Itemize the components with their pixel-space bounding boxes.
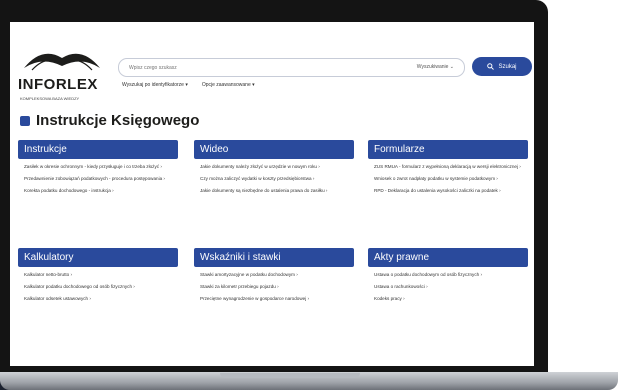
card-title[interactable]: Formularze	[368, 140, 528, 159]
card-link[interactable]: Ustawa o rachunkowości ›	[374, 284, 522, 290]
card-formularze: Formularze ZUS RMUA - formularz z wypełn…	[368, 140, 528, 205]
logo-subtitle: KOMPLEKSOWA BAZA WIEDZY	[20, 96, 80, 101]
wings-logo-icon	[24, 53, 100, 71]
search-sub-links: Wyszukaj po identyfikatorze ▾ Opcje zaaw…	[122, 82, 255, 88]
card-body: ZUS RMUA - formularz z wypełnioną deklar…	[368, 159, 528, 205]
card-link[interactable]: Stawki amortyzacyjne w podatku dochodowy…	[200, 272, 348, 278]
card-body: Ustawa o podatku dochodowym od osób fizy…	[368, 267, 528, 313]
card-instrukcje: Instrukcje Zasiłek w okresie ochronnym -…	[18, 140, 178, 205]
card-link[interactable]: Jakie dokumenty należy złożyć w urzędzie…	[200, 164, 348, 170]
search-input[interactable]	[127, 62, 371, 74]
card-wideo: Wideo Jakie dokumenty należy złożyć w ur…	[194, 140, 354, 205]
brand-logo[interactable]: INFORLEX KOMPLEKSOWA BAZA WIEDZY	[18, 44, 104, 114]
page-title: Instrukcje Księgowego	[36, 112, 200, 129]
card-title[interactable]: Kalkulatory	[18, 248, 178, 267]
card-body: Zasiłek w okresie ochronnym - kiedy przy…	[18, 159, 178, 205]
search-bar: Wyszukiwanie ⌄	[118, 58, 465, 77]
card-link[interactable]: ZUS RMUA - formularz z wypełnioną deklar…	[374, 164, 522, 170]
page-title-row: Instrukcje Księgowego	[20, 112, 199, 129]
advanced-options-link[interactable]: Opcje zaawansowane ▾	[202, 82, 255, 88]
card-body: Kalkulator netto-brutto › Kalkulator pod…	[18, 267, 178, 313]
card-body: Jakie dokumenty należy złożyć w urzędzie…	[194, 159, 354, 205]
card-link[interactable]: Czy można zaliczyć wydatki w koszty prze…	[200, 176, 348, 182]
laptop-notch	[220, 373, 360, 378]
card-link[interactable]: Wniosek o zwrot nadpłaty podatku w syste…	[374, 176, 522, 182]
card-link[interactable]: RPD - Deklaracja do ustalenia wysokości …	[374, 188, 522, 194]
card-title[interactable]: Instrukcje	[18, 140, 178, 159]
laptop-screen: INFORLEX KOMPLEKSOWA BAZA WIEDZY Wyszuki…	[10, 22, 534, 366]
card-body: Stawki amortyzacyjne w podatku dochodowy…	[194, 267, 354, 313]
search-button[interactable]: Szukaj	[472, 57, 532, 76]
card-title[interactable]: Akty prawne	[368, 248, 528, 267]
card-kalkulatory: Kalkulatory Kalkulator netto-brutto › Ka…	[18, 248, 178, 313]
search-scope-select[interactable]: Wyszukiwanie ⌄	[417, 64, 454, 70]
card-link[interactable]: Ustawa o podatku dochodowym od osób fizy…	[374, 272, 522, 278]
card-link[interactable]: Jakie dokumenty są niezbędne do ustaleni…	[200, 188, 348, 194]
search-icon	[487, 63, 495, 70]
search-button-label: Szukaj	[498, 63, 517, 70]
card-link[interactable]: Korekta podatku dochodowego - instrukcja…	[24, 188, 172, 194]
card-wskazniki: Wskaźniki i stawki Stawki amortyzacyjne …	[194, 248, 354, 313]
card-link[interactable]: Stawki za kilometr przebiegu pojazdu ›	[200, 284, 348, 290]
laptop-frame: INFORLEX KOMPLEKSOWA BAZA WIEDZY Wyszuki…	[0, 0, 548, 378]
card-link[interactable]: Kalkulator netto-brutto ›	[24, 272, 172, 278]
backdrop-light	[538, 0, 618, 390]
card-link[interactable]: Kalkulator odsetek ustawowych ›	[24, 296, 172, 302]
card-link[interactable]: Przeciętne wynagrodzenie w gospodarce na…	[200, 296, 348, 302]
card-link[interactable]: Zasiłek w okresie ochronnym - kiedy przy…	[24, 164, 172, 170]
card-title[interactable]: Wideo	[194, 140, 354, 159]
card-link[interactable]: Przedawnienie zobowiązań podatkowych - p…	[24, 176, 172, 182]
title-square-icon	[20, 115, 30, 126]
card-title[interactable]: Wskaźniki i stawki	[194, 248, 354, 267]
search-by-id-link[interactable]: Wyszukaj po identyfikatorze ▾	[122, 82, 188, 88]
card-link[interactable]: Kalkulator podatku dochodowego od osób f…	[24, 284, 172, 290]
logo-text: INFORLEX	[18, 76, 98, 93]
card-link[interactable]: Kodeks pracy ›	[374, 296, 522, 302]
card-akty-prawne: Akty prawne Ustawa o podatku dochodowym …	[368, 248, 528, 313]
